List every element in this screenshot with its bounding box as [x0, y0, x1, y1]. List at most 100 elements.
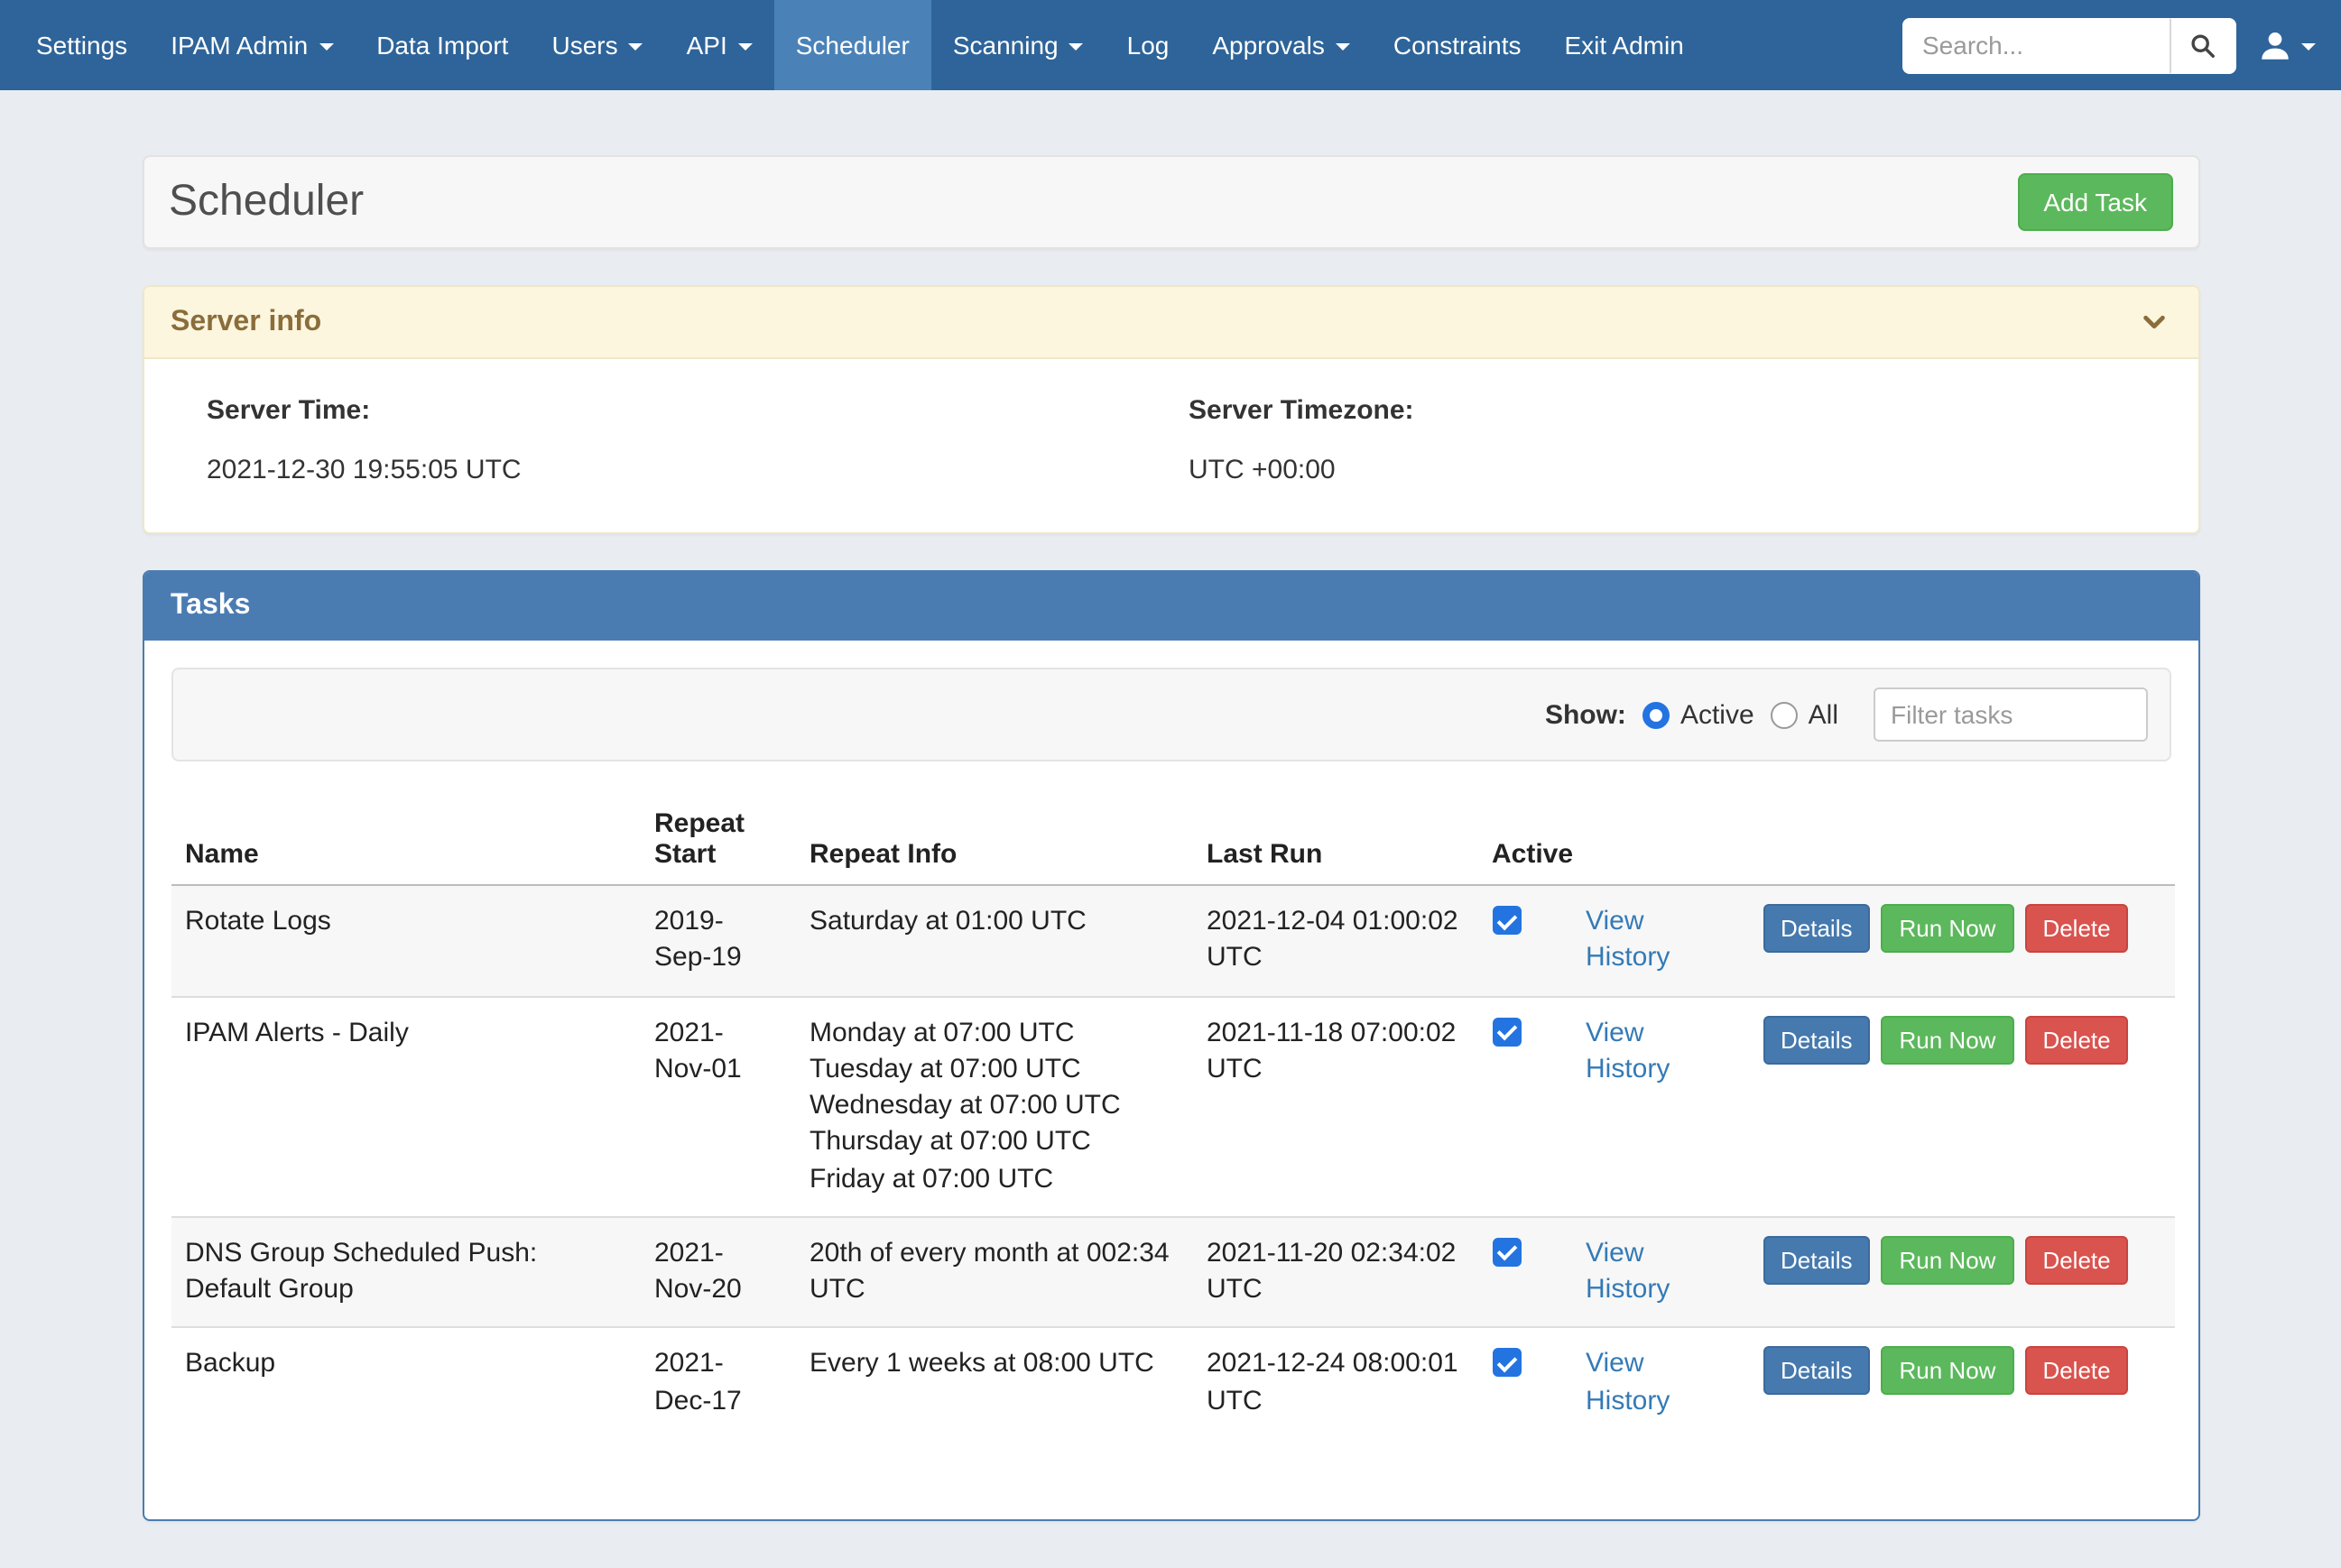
nav-item-label: Approvals — [1212, 31, 1325, 60]
nav-items: Settings IPAM Admin Data Import Users AP… — [14, 0, 1706, 90]
navbar-right — [1902, 0, 2316, 90]
delete-button[interactable]: Delete — [2024, 1347, 2128, 1396]
view-history-link[interactable]: View History — [1586, 1349, 1670, 1416]
tasks-table: Name Repeat Start Repeat Info Last Run A… — [171, 787, 2174, 1438]
page-header-panel: Scheduler Add Task — [142, 155, 2199, 249]
server-time-value: 2021-12-30 19:55:05 UTC — [207, 455, 1189, 485]
caret-down-icon — [1336, 43, 1350, 51]
user-menu[interactable] — [2258, 28, 2316, 62]
task-active-checkbox[interactable] — [1492, 1017, 1521, 1046]
nav-item-data-import[interactable]: Data Import — [355, 0, 530, 90]
column-header-name: Name — [171, 787, 640, 885]
search-group — [1902, 17, 2236, 73]
nav-item-scheduler[interactable]: Scheduler — [774, 0, 931, 90]
caret-down-icon — [2301, 43, 2316, 51]
show-all-option[interactable]: All — [1771, 699, 1838, 730]
details-button[interactable]: Details — [1763, 1015, 1871, 1064]
task-repeat-info: 20th of every month at 002:34 UTC — [795, 1217, 1192, 1328]
nav-item-log[interactable]: Log — [1106, 0, 1191, 90]
task-repeat-start: 2021-Nov-20 — [640, 1217, 795, 1328]
nav-item-label: IPAM Admin — [171, 31, 308, 60]
admin-scheduler-page: Settings IPAM Admin Data Import Users AP… — [0, 0, 2341, 1568]
task-repeat-start: 2019-Sep-19 — [640, 885, 795, 996]
nav-item-label: Scheduler — [796, 31, 910, 60]
task-active-checkbox[interactable] — [1492, 1349, 1521, 1378]
task-active-checkbox[interactable] — [1492, 1238, 1521, 1267]
page-title: Scheduler — [169, 177, 364, 227]
task-name: Backup — [171, 1328, 640, 1438]
delete-button[interactable]: Delete — [2024, 1015, 2128, 1064]
server-time-label: Server Time: — [207, 395, 1189, 426]
task-active-checkbox[interactable] — [1492, 906, 1521, 935]
table-header-row: Name Repeat Start Repeat Info Last Run A… — [171, 787, 2174, 885]
nav-item-label: Data Import — [376, 31, 508, 60]
tasks-body: Show: Active All — [143, 641, 2198, 1519]
show-active-label: Active — [1680, 699, 1754, 730]
nav-item-settings[interactable]: Settings — [14, 0, 149, 90]
task-repeat-info: Saturday at 01:00 UTC — [795, 885, 1192, 996]
column-header-history — [1571, 787, 1748, 885]
run-now-button[interactable]: Run Now — [1882, 1015, 2014, 1064]
column-header-last-run: Last Run — [1192, 787, 1477, 885]
nav-item-exit-admin[interactable]: Exit Admin — [1543, 0, 1706, 90]
nav-item-users[interactable]: Users — [530, 0, 664, 90]
filter-tasks-input[interactable] — [1873, 687, 2147, 742]
details-button[interactable]: Details — [1763, 1347, 1871, 1396]
caret-down-icon — [1069, 43, 1084, 51]
delete-button[interactable]: Delete — [2024, 904, 2128, 953]
search-input[interactable] — [1902, 17, 2170, 73]
nav-item-ipam-admin[interactable]: IPAM Admin — [149, 0, 355, 90]
run-now-button[interactable]: Run Now — [1882, 904, 2014, 953]
nav-item-label: Settings — [36, 31, 127, 60]
table-row: DNS Group Scheduled Push: Default Group … — [171, 1217, 2174, 1328]
server-timezone-value: UTC +00:00 — [1189, 455, 2170, 485]
details-button[interactable]: Details — [1763, 904, 1871, 953]
row-actions: Details Run Now Delete — [1763, 904, 2160, 953]
task-name: Rotate Logs — [171, 885, 640, 996]
task-last-run: 2021-12-04 01:00:02 UTC — [1192, 885, 1477, 996]
task-last-run: 2021-12-24 08:00:01 UTC — [1192, 1328, 1477, 1438]
row-actions: Details Run Now Delete — [1763, 1236, 2160, 1285]
view-history-link[interactable]: View History — [1586, 1238, 1670, 1305]
caret-down-icon — [319, 43, 333, 51]
column-header-active: Active — [1477, 787, 1571, 885]
column-header-actions — [1748, 787, 2174, 885]
run-now-button[interactable]: Run Now — [1882, 1347, 2014, 1396]
add-task-button[interactable]: Add Task — [2018, 173, 2172, 231]
show-active-option[interactable]: Active — [1642, 699, 1754, 730]
tasks-heading: Tasks — [143, 572, 2198, 641]
row-actions: Details Run Now Delete — [1763, 1015, 2160, 1064]
task-repeat-info: Monday at 07:00 UTC Tuesday at 07:00 UTC… — [795, 996, 1192, 1217]
nav-item-approvals[interactable]: Approvals — [1190, 0, 1372, 90]
nav-item-api[interactable]: API — [665, 0, 774, 90]
user-icon — [2258, 28, 2292, 62]
collapse-toggle-button[interactable] — [2136, 305, 2170, 339]
task-repeat-start: 2021-Dec-17 — [640, 1328, 795, 1438]
chevron-down-icon — [2140, 309, 2167, 336]
search-button[interactable] — [2170, 17, 2236, 73]
details-button[interactable]: Details — [1763, 1236, 1871, 1285]
nav-item-scanning[interactable]: Scanning — [931, 0, 1106, 90]
nav-item-label: Constraints — [1393, 31, 1522, 60]
show-all-label: All — [1809, 699, 1838, 730]
server-info-title: Server info — [171, 306, 321, 338]
task-repeat-start: 2021-Nov-01 — [640, 996, 795, 1217]
nav-item-label: Exit Admin — [1565, 31, 1684, 60]
tasks-filter-bar: Show: Active All — [171, 668, 2170, 761]
server-info-heading: Server info — [143, 287, 2198, 359]
nav-item-constraints[interactable]: Constraints — [1372, 0, 1543, 90]
view-history-link[interactable]: View History — [1586, 906, 1670, 973]
column-header-repeat-start: Repeat Start — [640, 787, 795, 885]
show-active-radio[interactable] — [1642, 701, 1670, 728]
server-info-body: Server Time: 2021-12-30 19:55:05 UTC Ser… — [143, 359, 2198, 532]
table-row: Backup 2021-Dec-17 Every 1 weeks at 08:0… — [171, 1328, 2174, 1438]
run-now-button[interactable]: Run Now — [1882, 1236, 2014, 1285]
task-last-run: 2021-11-20 02:34:02 UTC — [1192, 1217, 1477, 1328]
top-navbar: Settings IPAM Admin Data Import Users AP… — [0, 0, 2341, 90]
server-info-panel: Server info Server Time: 2021-12-30 19:5… — [142, 285, 2199, 534]
view-history-link[interactable]: View History — [1586, 1017, 1670, 1084]
show-all-radio[interactable] — [1771, 701, 1798, 728]
delete-button[interactable]: Delete — [2024, 1236, 2128, 1285]
caret-down-icon — [629, 43, 643, 51]
task-name: DNS Group Scheduled Push: Default Group — [171, 1217, 640, 1328]
